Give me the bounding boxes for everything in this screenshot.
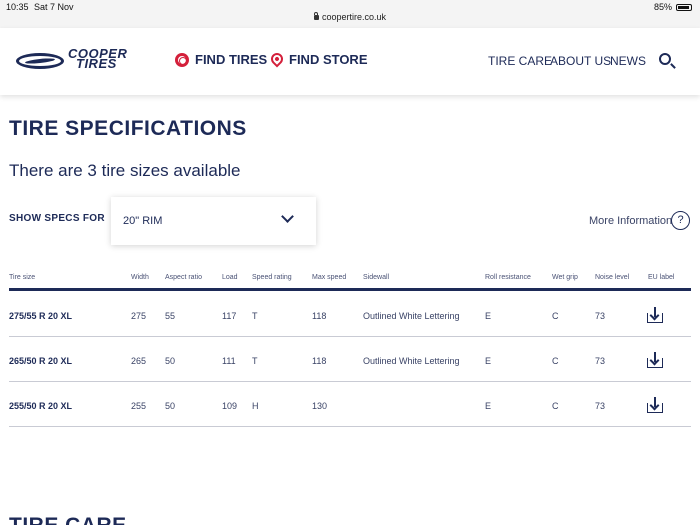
cell-wet-grip: C [552, 356, 559, 366]
col-eu-label: EU label [648, 274, 675, 281]
download-icon[interactable] [647, 397, 663, 413]
download-icon[interactable] [647, 352, 663, 368]
download-icon[interactable] [647, 307, 663, 323]
cell-aspect-ratio: 50 [165, 401, 176, 411]
nav-find-store-label: FIND STORE [289, 52, 368, 67]
col-wet-grip: Wet grip [552, 274, 578, 281]
logo-text: COOPER TIRES [68, 47, 127, 70]
table-row: 265/50 R 20 XL 265 50 111 T 118 Outlined… [9, 337, 691, 382]
cell-tire-size: 255/50 R 20 XL [9, 401, 73, 411]
cell-roll-resistance: E [485, 401, 492, 411]
col-speed-rating: Speed rating [252, 274, 292, 281]
cell-max-speed: 118 [312, 356, 327, 366]
cell-noise-level: 73 [595, 311, 606, 321]
status-time: 10:35 [6, 2, 29, 12]
more-information-link[interactable]: More Information [589, 215, 672, 227]
cell-noise-level: 73 [595, 356, 606, 366]
status-right: 85% [654, 2, 692, 12]
page-title: TIRE SPECIFICATIONS [9, 117, 247, 140]
search-icon[interactable] [659, 53, 671, 65]
cell-aspect-ratio: 50 [165, 356, 176, 366]
nav-find-tires-label: FIND TIRES [195, 52, 268, 67]
cell-wet-grip: C [552, 311, 559, 321]
lock-icon [313, 12, 319, 20]
help-icon[interactable]: ? [671, 211, 690, 230]
col-aspect-ratio: Aspect ratio [165, 274, 202, 281]
location-pin-icon [268, 50, 286, 67]
cell-aspect-ratio: 55 [165, 311, 176, 321]
cooper-logo[interactable]: COOPER TIRES [16, 47, 148, 73]
nav-news[interactable]: NEWS [610, 54, 646, 68]
url-text: coopertire.co.uk [321, 12, 387, 22]
sizes-available-text: There are 3 tire sizes available [9, 161, 241, 180]
specs-table-header: Tire size Width Aspect ratio Load Speed … [9, 271, 691, 291]
col-load: Load [222, 274, 238, 281]
cell-tire-size: 275/55 R 20 XL [9, 311, 73, 321]
cell-max-speed: 130 [312, 401, 328, 411]
cell-load: 109 [222, 401, 238, 411]
status-date: Sat 7 Nov [34, 2, 74, 12]
cell-speed-rating: T [252, 356, 258, 366]
cell-wet-grip: C [552, 401, 559, 411]
col-roll-resistance: Roll resistance [485, 274, 531, 281]
table-row: 275/55 R 20 XL 275 55 117 T 118 Outlined… [9, 292, 691, 337]
cell-width: 275 [131, 311, 147, 321]
cell-noise-level: 73 [595, 401, 606, 411]
cell-width: 265 [131, 356, 147, 366]
battery-percent: 85% [653, 2, 672, 12]
nav-about-us[interactable]: ABOUT US [550, 54, 611, 68]
cell-roll-resistance: E [485, 356, 492, 366]
cell-speed-rating: T [252, 311, 258, 321]
col-width: Width [131, 274, 149, 281]
col-sidewall: Sidewall [363, 274, 390, 281]
rim-selected-value: 20" RIM [123, 215, 163, 227]
cell-width: 255 [131, 401, 147, 411]
table-row: 255/50 R 20 XL 255 50 109 H 130 E C 73 [9, 382, 691, 427]
battery-icon [676, 3, 692, 11]
cell-sidewall: Outlined White Lettering [363, 311, 460, 321]
cell-load: 117 [222, 311, 237, 321]
cell-roll-resistance: E [485, 311, 492, 321]
tire-care-heading: TIRE CARE [9, 514, 127, 525]
logo-swoosh-icon [16, 53, 64, 69]
nav-find-store[interactable]: FIND STORE [268, 50, 368, 67]
nav-find-tires[interactable]: FIND TIRES [175, 52, 267, 67]
cell-speed-rating: H [252, 401, 259, 411]
chevron-down-icon [281, 210, 294, 223]
tire-icon [175, 52, 189, 67]
address-bar[interactable]: coopertire.co.uk [0, 12, 700, 22]
col-tire-size: Tire size [9, 274, 36, 281]
show-specs-label: SHOW SPECS FOR [9, 213, 105, 224]
cell-max-speed: 118 [312, 311, 327, 321]
rim-size-dropdown[interactable]: 20" RIM [111, 197, 316, 245]
cell-load: 111 [222, 356, 236, 366]
cell-sidewall: Outlined White Lettering [363, 356, 460, 366]
nav-tire-care[interactable]: TIRE CARE [488, 54, 552, 68]
site-header: COOPER TIRES FIND TIRES FIND STORE TIRE … [0, 28, 700, 95]
col-noise-level: Noise level [595, 274, 630, 281]
col-max-speed: Max speed [312, 274, 347, 281]
cell-tire-size: 265/50 R 20 XL [9, 356, 73, 366]
